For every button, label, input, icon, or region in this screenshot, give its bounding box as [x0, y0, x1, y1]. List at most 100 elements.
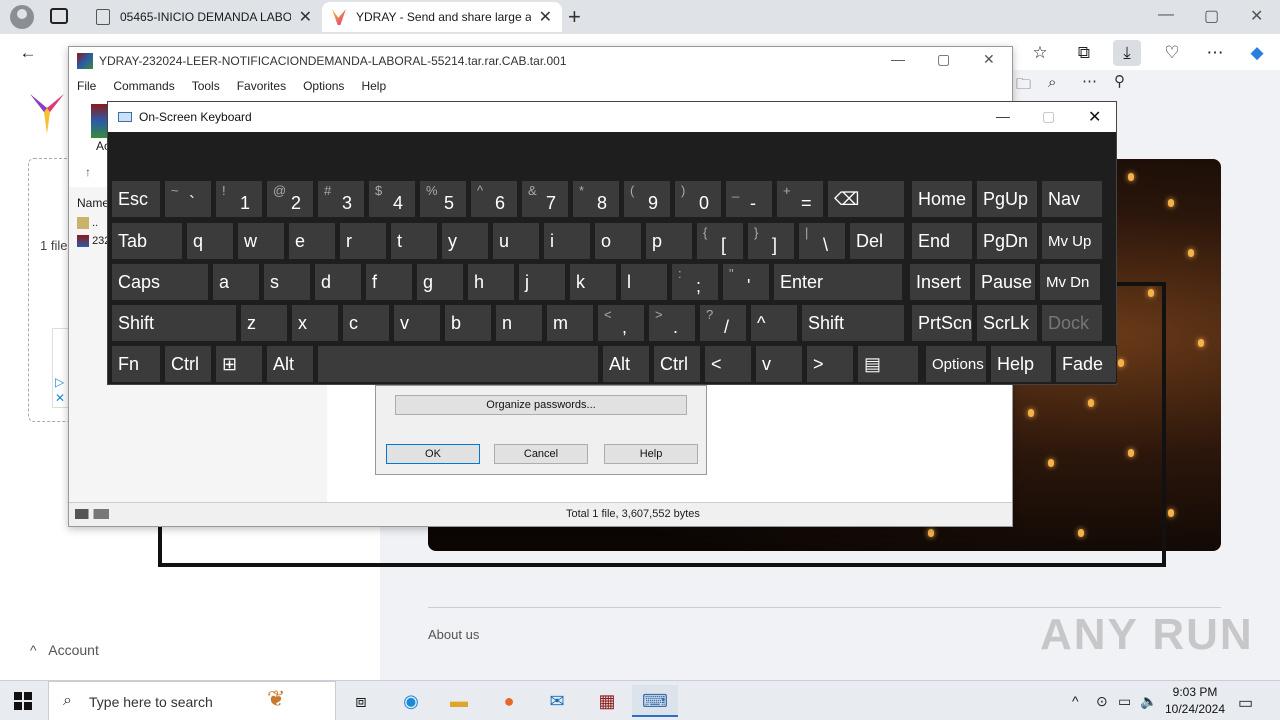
- winrar-maximize-button[interactable]: ▢: [937, 51, 950, 68]
- osk-key[interactable]: e: [288, 222, 336, 260]
- osk-key[interactable]: Insert: [909, 263, 971, 301]
- firefox-icon[interactable]: ●: [486, 685, 532, 717]
- osk-key[interactable]: Ctrl: [164, 345, 212, 383]
- osk-key[interactable]: x: [291, 304, 339, 342]
- osk-key[interactable]: ^: [750, 304, 798, 342]
- osk-key[interactable]: g: [416, 263, 464, 301]
- osk-key[interactable]: Mv Dn: [1039, 263, 1101, 301]
- downloads-icon[interactable]: ⤓: [1113, 40, 1141, 66]
- tab-inicio-demanda[interactable]: 05465-INICIO DEMANDA LABORAL ✕: [86, 2, 322, 32]
- osk-key[interactable]: u: [492, 222, 540, 260]
- osk-key[interactable]: Caps: [111, 263, 209, 301]
- winrar-minimize-button[interactable]: —: [891, 51, 905, 67]
- osk-key[interactable]: w: [237, 222, 285, 260]
- osk-maximize-button[interactable]: ▢: [1042, 108, 1055, 125]
- up-folder-icon[interactable]: ↑: [85, 165, 91, 179]
- osk-key[interactable]: s: [263, 263, 311, 301]
- menu-options[interactable]: Options: [303, 79, 344, 93]
- osk-key[interactable]: Home: [911, 180, 973, 218]
- outlook-icon[interactable]: ✉: [534, 685, 580, 717]
- osk-key[interactable]: Esc: [111, 180, 161, 218]
- osk-key[interactable]: k: [569, 263, 617, 301]
- folder-icon[interactable]: 🗀: [1016, 74, 1031, 99]
- osk-key[interactable]: o: [594, 222, 642, 260]
- osk-key[interactable]: a: [212, 263, 260, 301]
- about-us-link[interactable]: About us: [428, 627, 479, 642]
- new-tab-button[interactable]: +: [568, 4, 581, 30]
- osk-key[interactable]: % 5: [419, 180, 467, 218]
- osk-key[interactable]: y: [441, 222, 489, 260]
- osk-key[interactable]: c: [342, 304, 390, 342]
- osk-key[interactable]: ) 0: [674, 180, 722, 218]
- help-button[interactable]: Help: [604, 444, 698, 464]
- osk-key[interactable]: _ -: [725, 180, 773, 218]
- osk-key[interactable]: l: [620, 263, 668, 301]
- osk-key[interactable]: Fade: [1055, 345, 1117, 383]
- osk-key[interactable]: Pause: [974, 263, 1036, 301]
- osk-key[interactable]: ! 1: [215, 180, 263, 218]
- favorites-icon[interactable]: ☆: [1026, 40, 1054, 66]
- notifications-icon[interactable]: ▭: [1238, 693, 1253, 713]
- osk-key[interactable]: >: [806, 345, 854, 383]
- osk-key[interactable]: PrtScn: [911, 304, 973, 342]
- start-button[interactable]: [14, 692, 32, 710]
- back-icon[interactable]: ←: [14, 40, 42, 66]
- osk-key[interactable]: {[: [696, 222, 744, 260]
- cancel-button[interactable]: Cancel: [494, 444, 588, 464]
- osk-key[interactable]: v: [755, 345, 803, 383]
- menu-help[interactable]: Help: [361, 79, 386, 93]
- osk-key[interactable]: Alt: [266, 345, 314, 383]
- osk-key[interactable]: Enter: [773, 263, 903, 301]
- osk-key[interactable]: d: [314, 263, 362, 301]
- browser-maximize-button[interactable]: ▢: [1204, 6, 1219, 26]
- osk-key[interactable]: >.: [648, 304, 696, 342]
- osk-key[interactable]: & 7: [521, 180, 569, 218]
- file-row[interactable]: 232: [77, 235, 110, 248]
- osk-key[interactable]: Dock: [1041, 304, 1103, 342]
- osk-key[interactable]: Tab: [111, 222, 183, 260]
- collections-icon[interactable]: ⧉: [1070, 40, 1098, 66]
- osk-key[interactable]: }]: [747, 222, 795, 260]
- ad-close-icon[interactable]: ✕: [55, 391, 65, 405]
- osk-key[interactable]: | \: [798, 222, 846, 260]
- copilot-icon[interactable]: ◆: [1243, 40, 1271, 66]
- osk-key[interactable]: m: [546, 304, 594, 342]
- osk-key[interactable]: Fn: [111, 345, 161, 383]
- osk-key[interactable]: Ctrl: [653, 345, 701, 383]
- osk-key[interactable]: ▤: [857, 345, 919, 383]
- more-menu-icon[interactable]: ⋯: [1201, 40, 1229, 66]
- osk-key[interactable]: Shift: [801, 304, 905, 342]
- osk-key[interactable]: b: [444, 304, 492, 342]
- system-clock[interactable]: 9:03 PM 10/24/2024: [1164, 684, 1226, 718]
- osk-taskbar-icon[interactable]: ⌨: [632, 685, 678, 717]
- osk-key[interactable]: r: [339, 222, 387, 260]
- osk-key[interactable]: Del: [849, 222, 905, 260]
- osk-key[interactable]: Help: [990, 345, 1052, 383]
- profile-icon[interactable]: [10, 5, 34, 29]
- tab-actions-icon[interactable]: [50, 8, 68, 24]
- osk-key[interactable]: ? /: [699, 304, 747, 342]
- osk-key[interactable]: ^ 6: [470, 180, 518, 218]
- menu-commands[interactable]: Commands: [113, 79, 174, 93]
- osk-key[interactable]: i: [543, 222, 591, 260]
- tab-ydray[interactable]: YDRAY - Send and share large an ✕: [322, 2, 562, 32]
- osk-key[interactable]: j: [518, 263, 566, 301]
- osk-key[interactable]: p: [645, 222, 693, 260]
- osk-minimize-button[interactable]: —: [996, 108, 1010, 124]
- osk-key[interactable]: q: [186, 222, 234, 260]
- osk-close-button[interactable]: ✕: [1088, 107, 1101, 127]
- osk-key[interactable]: Shift: [111, 304, 237, 342]
- osk-key[interactable]: h: [467, 263, 515, 301]
- column-header-name[interactable]: Name: [77, 196, 109, 210]
- osk-key[interactable]: (9: [623, 180, 671, 218]
- osk-key[interactable]: :;: [671, 263, 719, 301]
- menu-favorites[interactable]: Favorites: [237, 79, 286, 93]
- edge-icon[interactable]: ◉: [388, 685, 434, 717]
- ok-button[interactable]: OK: [386, 444, 480, 464]
- extensions-icon[interactable]: ♡: [1158, 40, 1186, 66]
- osk-key[interactable]: ScrLk: [976, 304, 1038, 342]
- osk-key[interactable]: t: [390, 222, 438, 260]
- osk-key[interactable]: Options: [925, 345, 987, 383]
- file-explorer-icon[interactable]: ▬: [436, 685, 482, 717]
- osk-key[interactable]: " ': [722, 263, 770, 301]
